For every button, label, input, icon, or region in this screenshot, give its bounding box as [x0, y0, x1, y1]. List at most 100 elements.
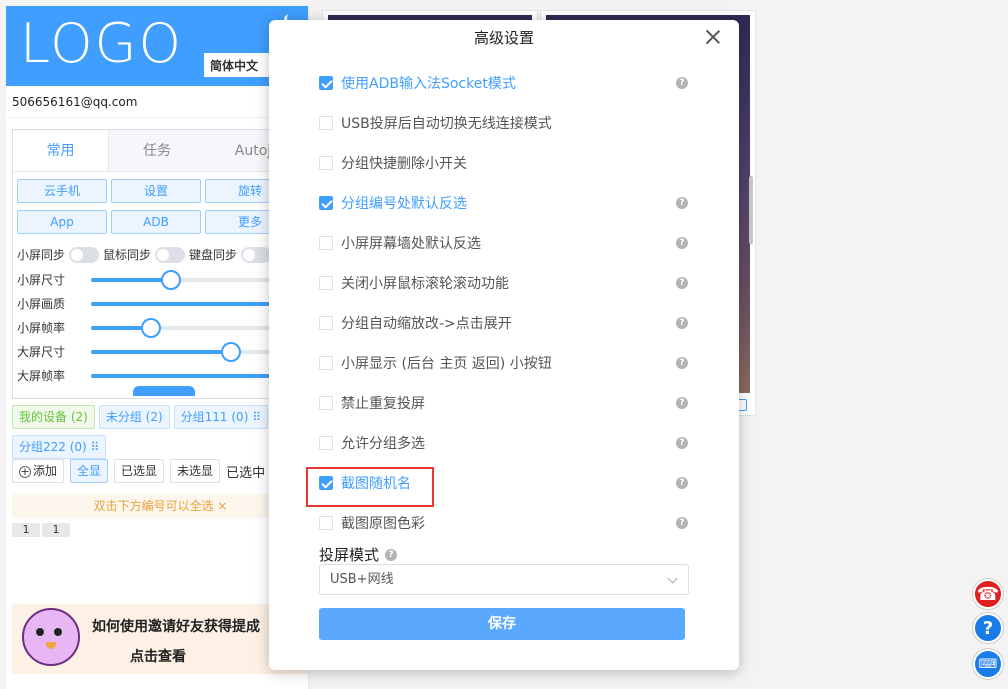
option-row[interactable]: 小屏显示 (后台 主页 返回) 小按钮 [319, 352, 552, 374]
help-icon[interactable]: ? [676, 477, 688, 489]
logo: LOGO [20, 12, 184, 75]
show-selected-button[interactable]: 已选显 [114, 459, 165, 483]
slider-small-fps: 小屏帧率 [17, 317, 291, 338]
advanced-settings-dialog: 高级设置 使用ADB输入法Socket模式? USB投屏后自动切换无线连接模式 分组… [269, 20, 739, 670]
option-checkbox[interactable] [319, 436, 333, 450]
help-icon[interactable]: ? [676, 317, 688, 329]
group-222[interactable]: 分组222 (0) ⠿ [12, 435, 107, 459]
option-row[interactable]: 允许分组多选 [319, 432, 425, 454]
option-checkbox[interactable] [319, 116, 333, 130]
option-checkbox[interactable] [319, 196, 333, 210]
option-row[interactable]: 分组编号处默认反选 [319, 192, 467, 214]
slider-small-quality: 小屏画质 [17, 295, 291, 312]
collapse-toggle[interactable] [133, 386, 195, 396]
option-checkbox[interactable] [319, 276, 333, 290]
slider-large-fps: 大屏帧率 [17, 367, 291, 384]
scrollbar[interactable] [749, 176, 753, 244]
help-icon[interactable]: ? [385, 548, 398, 561]
slider-small-size: 小屏尺寸 [17, 269, 291, 290]
help-icon[interactable]: ? [676, 357, 688, 369]
help-icon[interactable]: ? [676, 77, 688, 89]
option-label: 使用ADB输入法Socket模式 [341, 76, 516, 92]
slider-large-size: 大屏尺寸 [17, 341, 291, 362]
show-all-button[interactable]: 全显 [70, 459, 109, 483]
slider-handle[interactable] [221, 341, 241, 362]
option-row[interactable]: 使用ADB输入法Socket模式 [319, 72, 516, 94]
option-checkbox[interactable] [319, 236, 333, 250]
mouse-sync-toggle[interactable] [155, 246, 186, 263]
option-checkbox[interactable] [319, 356, 333, 370]
option-label: 分组编号处默认反选 [341, 196, 467, 212]
option-row[interactable]: 禁止重复投屏 [319, 392, 425, 414]
close-icon[interactable] [703, 27, 723, 47]
app-button[interactable]: App [17, 210, 107, 234]
tab-common[interactable]: 常用 [13, 130, 109, 171]
option-label: 分组自动缩放改->点击展开 [341, 316, 512, 332]
show-unselected-button[interactable]: 未选显 [170, 459, 221, 483]
option-row[interactable]: 截图原图色彩 [319, 512, 425, 534]
cast-mode-label: 投屏模式 ? [319, 544, 398, 565]
option-label: 禁止重复投屏 [341, 396, 425, 412]
sync-row: 小屏同步 鼠标同步 键盘同步 [17, 246, 275, 263]
invite-promo-banner[interactable]: 如何使用邀请好友获得提成 点击查看 [12, 604, 308, 674]
slider-handle[interactable] [161, 269, 181, 290]
group-my-devices[interactable]: 我的设备 (2) [12, 405, 95, 429]
option-label: USB投屏后自动切换无线连接模式 [341, 116, 552, 132]
help-icon[interactable]: ? [676, 437, 688, 449]
select-all-notice: 双击下方编号可以全选 × [12, 494, 308, 518]
help-icon[interactable]: ? [676, 517, 688, 529]
option-label: 小屏显示 (后台 主页 返回) 小按钮 [341, 356, 552, 372]
option-row[interactable]: 分组快捷删除小开关 [319, 152, 467, 174]
tabs-header: 常用 任务 Autoj [13, 130, 308, 172]
device-actions: + 添加 全显 已选显 未选显 已选中 [12, 459, 265, 483]
option-checkbox[interactable] [319, 76, 333, 90]
help-icon[interactable]: ? [676, 197, 688, 209]
option-row[interactable]: USB投屏后自动切换无线连接模式 [319, 112, 552, 134]
highlight-box [306, 467, 434, 507]
slider-handle[interactable] [141, 317, 161, 338]
account-email: 506656161@qq.com [6, 86, 308, 118]
add-button[interactable]: + 添加 [12, 459, 65, 483]
question-icon[interactable]: ? [973, 613, 1003, 643]
language-select[interactable]: 简体中文 [204, 53, 276, 77]
cloud-phone-button[interactable]: 云手机 [17, 179, 107, 203]
option-checkbox[interactable] [319, 516, 333, 530]
customer-service-icon[interactable]: ☎ [973, 579, 1003, 609]
save-button[interactable]: 保存 [319, 608, 685, 640]
quick-buttons: 云手机 设置 旋转 App ADB 更多 [17, 179, 295, 234]
logo-bar: LOGO 简体中文 [6, 6, 308, 86]
device-number[interactable]: 1 [12, 523, 40, 537]
option-checkbox[interactable] [319, 156, 333, 170]
group-111[interactable]: 分组111 (0) ⠿ [173, 405, 268, 429]
device-number[interactable]: 1 [42, 523, 70, 537]
option-label: 分组快捷删除小开关 [341, 156, 467, 172]
option-row[interactable]: 关闭小屏鼠标滚轮滚动功能 [319, 272, 509, 294]
settings-button[interactable]: 设置 [111, 179, 201, 203]
promo-cta[interactable]: 点击查看 [130, 646, 186, 666]
small-screen-sync-toggle[interactable] [69, 246, 100, 263]
tab-tasks[interactable]: 任务 [109, 130, 205, 171]
cast-mode-select[interactable]: USB+网线 [319, 564, 689, 595]
option-label: 关闭小屏鼠标滚轮滚动功能 [341, 276, 509, 292]
keyboard-icon[interactable]: ⌨ [973, 649, 1003, 679]
option-row[interactable]: 分组自动缩放改->点击展开 [319, 312, 512, 334]
option-checkbox[interactable] [319, 396, 333, 410]
chevron-down-icon [667, 573, 678, 584]
option-checkbox[interactable] [319, 316, 333, 330]
promo-title: 如何使用邀请好友获得提成 [92, 619, 260, 635]
help-icon[interactable]: ? [676, 397, 688, 409]
option-row[interactable]: 小屏屏幕墙处默认反选 [319, 232, 481, 254]
help-icon[interactable]: ? [676, 237, 688, 249]
sidebar: LOGO 简体中文 506656161@qq.com 常用 任务 Autoj 云… [6, 6, 309, 689]
small-screen-sync-label: 小屏同步 [17, 248, 66, 262]
device-numbers: 1 1 [12, 523, 72, 537]
control-tabs: 常用 任务 Autoj 云手机 设置 旋转 App ADB 更多 小屏同步 鼠标… [12, 129, 308, 399]
mouse-sync-label: 鼠标同步 [103, 248, 152, 262]
help-icon[interactable]: ? [676, 277, 688, 289]
adb-button[interactable]: ADB [111, 210, 201, 234]
bird-mascot-icon [22, 608, 80, 666]
keyboard-sync-toggle[interactable] [241, 246, 272, 263]
option-label: 允许分组多选 [341, 436, 425, 452]
group-ungrouped[interactable]: 未分组 (2) [98, 405, 170, 429]
plus-circle-icon: + [19, 465, 31, 478]
